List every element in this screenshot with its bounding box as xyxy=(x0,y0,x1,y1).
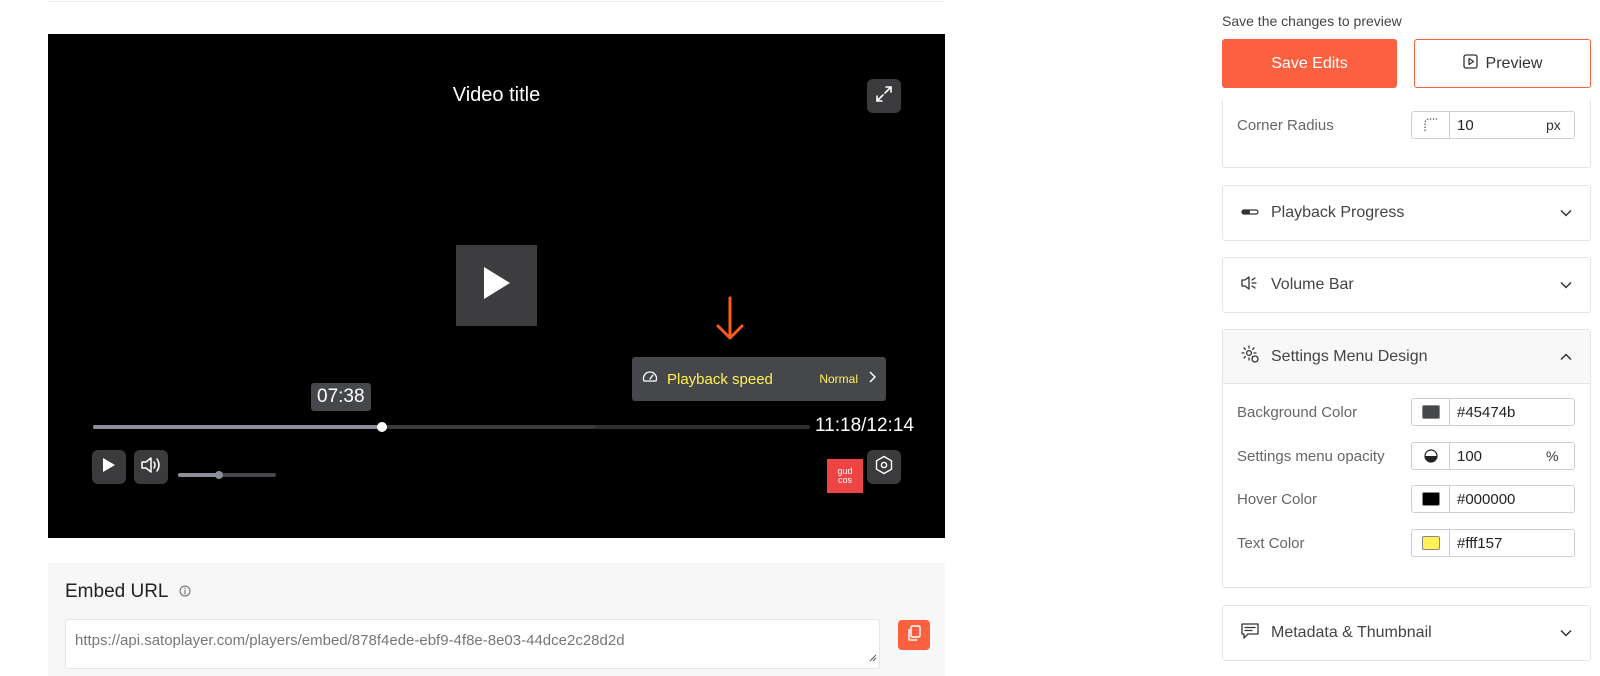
chevron-right-icon[interactable] xyxy=(868,370,877,388)
mute-button[interactable] xyxy=(134,450,168,484)
background-color-picker[interactable] xyxy=(1412,399,1450,425)
opacity-row: Settings menu opacity 100 % xyxy=(1237,442,1582,470)
metadata-thumbnail-card[interactable]: Metadata & Thumbnail xyxy=(1222,605,1591,661)
chevron-down-icon[interactable] xyxy=(1560,276,1572,294)
volume-icon xyxy=(140,456,162,479)
corner-radius-value[interactable]: 10 xyxy=(1450,117,1546,134)
corner-radius-icon xyxy=(1412,112,1450,138)
corner-radius-label: Corner Radius xyxy=(1237,116,1334,134)
timecode: 11:18/12:14 xyxy=(815,415,914,436)
text-color-value[interactable]: #fff157 xyxy=(1450,535,1574,552)
playback-progress-label: Playback Progress xyxy=(1271,204,1405,221)
progress-track[interactable] xyxy=(93,422,810,432)
speedometer-icon xyxy=(642,369,658,390)
save-edits-button[interactable]: Save Edits xyxy=(1222,39,1397,88)
progress-bar-icon xyxy=(1241,204,1259,222)
volume-slider[interactable] xyxy=(178,471,276,479)
corner-radius-input[interactable]: 10 px xyxy=(1411,111,1575,139)
embed-title: Embed URL xyxy=(65,581,191,603)
opacity-unit: % xyxy=(1546,448,1559,464)
chevron-up-icon[interactable] xyxy=(1560,348,1572,366)
save-hint: Save the changes to preview xyxy=(1222,13,1402,29)
embed-url-field[interactable]: https://api.satoplayer.com/players/embed… xyxy=(65,619,880,669)
embed-title-text: Embed URL xyxy=(65,581,169,602)
metadata-thumbnail-label: Metadata & Thumbnail xyxy=(1271,624,1432,641)
copy-icon xyxy=(907,624,921,646)
progress-played xyxy=(93,425,382,429)
color-swatch-icon xyxy=(1421,492,1440,506)
volume-level xyxy=(178,473,220,477)
background-color-value[interactable]: #45474b xyxy=(1450,404,1574,421)
volume-bar-card[interactable]: Volume Bar xyxy=(1222,257,1591,313)
hover-color-picker[interactable] xyxy=(1412,486,1450,512)
video-player[interactable]: Video title Playback speed Normal 07:38 … xyxy=(48,34,945,538)
seek-tooltip: 07:38 xyxy=(311,383,371,411)
corner-radius-unit: px xyxy=(1546,117,1561,133)
hover-color-input[interactable]: #000000 xyxy=(1411,485,1575,513)
logo-text-bottom: cos xyxy=(837,475,852,485)
comment-icon xyxy=(1241,622,1259,644)
speaker-icon xyxy=(1241,275,1259,296)
opacity-label: Settings menu opacity xyxy=(1237,447,1385,465)
color-swatch-icon xyxy=(1421,405,1440,419)
volume-bar-header[interactable]: Volume Bar xyxy=(1223,258,1590,312)
text-color-picker[interactable] xyxy=(1412,530,1450,556)
corner-radius-row: Corner Radius 10 px xyxy=(1237,111,1582,139)
previous-section-edge xyxy=(48,0,945,2)
playback-progress-header[interactable]: Playback Progress xyxy=(1223,186,1590,240)
chevron-down-icon[interactable] xyxy=(1560,204,1572,222)
settings-menu[interactable]: Playback speed Normal xyxy=(632,357,886,401)
fullscreen-button[interactable] xyxy=(867,79,901,113)
hover-color-label: Hover Color xyxy=(1237,490,1318,508)
embed-url-text: https://api.satoplayer.com/players/embed… xyxy=(75,632,625,649)
progress-thumb[interactable] xyxy=(376,422,387,432)
background-color-input[interactable]: #45474b xyxy=(1411,398,1575,426)
hexagon-settings-icon xyxy=(874,455,894,480)
embed-section: Embed URL https://api.satoplayer.com/pla… xyxy=(48,563,945,676)
metadata-thumbnail-header[interactable]: Metadata & Thumbnail xyxy=(1223,606,1590,660)
expand-icon xyxy=(874,84,894,109)
preview-label: Preview xyxy=(1485,54,1543,72)
playback-progress-card[interactable]: Playback Progress xyxy=(1222,185,1591,241)
gear-icon xyxy=(1241,345,1259,368)
color-swatch-icon xyxy=(1421,536,1440,550)
text-color-input[interactable]: #fff157 xyxy=(1411,529,1575,557)
video-title: Video title xyxy=(452,84,541,106)
save-edits-label: Save Edits xyxy=(1271,54,1348,72)
settings-menu-design-card: Settings Menu Design Background Color #4… xyxy=(1222,329,1591,588)
play-button[interactable] xyxy=(92,450,126,484)
play-icon xyxy=(102,457,116,478)
opacity-value[interactable]: 100 xyxy=(1450,448,1546,465)
settings-button[interactable] xyxy=(867,450,901,484)
volume-bar-label: Volume Bar xyxy=(1271,276,1354,293)
hover-color-value[interactable]: #000000 xyxy=(1450,491,1574,508)
hover-color-row: Hover Color #000000 xyxy=(1237,485,1582,513)
volume-thumb[interactable] xyxy=(215,471,224,479)
copy-url-button[interactable] xyxy=(898,620,930,650)
resize-handle-icon[interactable] xyxy=(869,649,877,666)
arrow-down-icon xyxy=(714,296,746,347)
background-color-row: Background Color #45474b xyxy=(1237,398,1582,426)
big-play-button[interactable] xyxy=(456,245,537,326)
settings-menu-design-label: Settings Menu Design xyxy=(1271,347,1428,365)
preview-button[interactable]: Preview xyxy=(1414,39,1591,88)
opacity-input[interactable]: 100 % xyxy=(1411,442,1575,470)
chevron-down-icon[interactable] xyxy=(1560,624,1572,642)
corner-radius-card: Corner Radius 10 px xyxy=(1222,100,1591,168)
info-icon[interactable] xyxy=(179,581,191,603)
play-icon xyxy=(482,265,512,306)
background-color-label: Background Color xyxy=(1237,403,1358,421)
playback-speed-value: Normal xyxy=(819,372,858,386)
text-color-label: Text Color xyxy=(1237,534,1305,552)
playback-speed-label[interactable]: Playback speed xyxy=(667,371,819,388)
opacity-icon xyxy=(1412,443,1450,469)
text-color-row: Text Color #fff157 xyxy=(1237,529,1582,557)
settings-menu-design-header[interactable]: Settings Menu Design xyxy=(1223,330,1590,384)
preview-icon xyxy=(1462,53,1478,74)
brand-logo: gud cos xyxy=(827,459,863,493)
